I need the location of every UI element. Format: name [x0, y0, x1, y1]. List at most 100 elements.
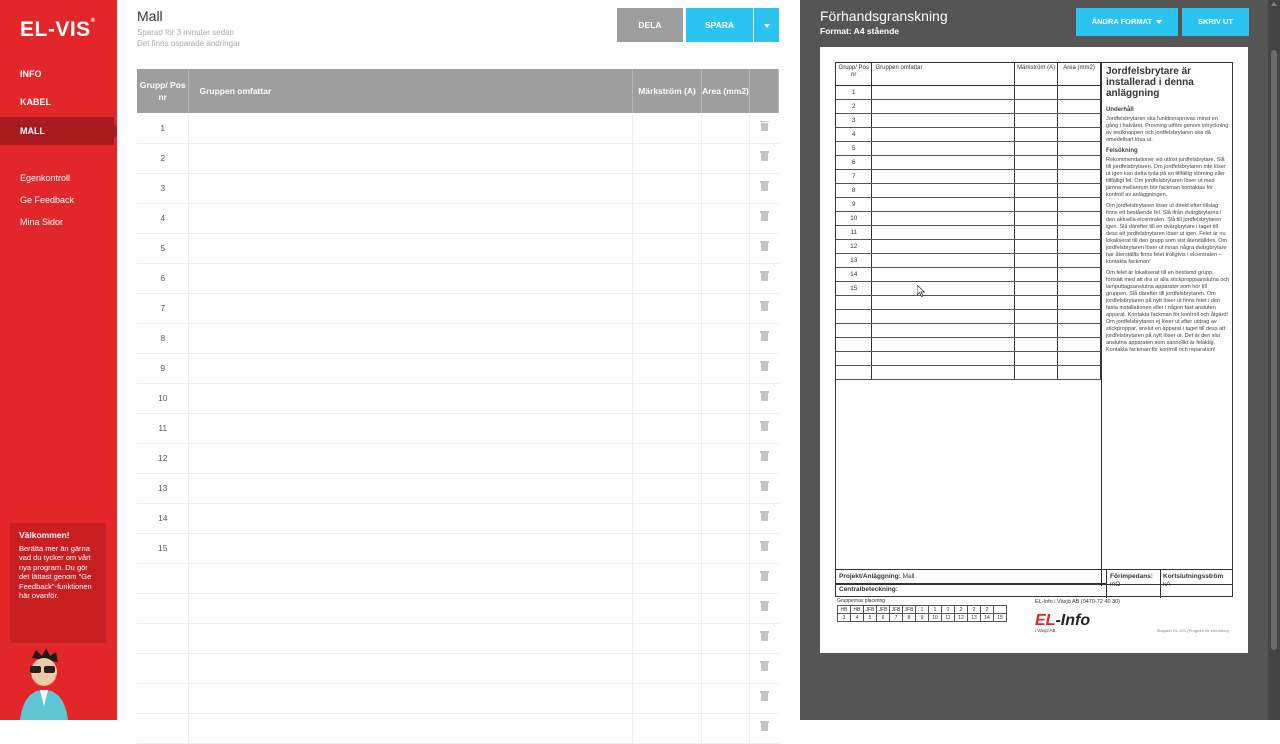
area-cell[interactable]	[701, 683, 750, 714]
delete-row-button[interactable]	[749, 203, 779, 234]
covers-cell[interactable]	[188, 293, 634, 324]
delete-row-button[interactable]	[749, 383, 779, 414]
covers-cell[interactable]	[188, 503, 634, 534]
delete-row-button[interactable]	[749, 713, 779, 744]
print-button[interactable]: SKRIV UT	[1182, 8, 1249, 36]
covers-cell[interactable]	[188, 143, 634, 174]
covers-cell[interactable]	[188, 533, 634, 564]
area-cell[interactable]	[701, 593, 750, 624]
rated-current-cell[interactable]	[632, 413, 703, 444]
covers-cell[interactable]	[188, 233, 634, 264]
group-number[interactable]: 14	[137, 503, 190, 534]
delete-row-button[interactable]	[749, 533, 779, 564]
save-button[interactable]: SPARA	[686, 8, 753, 42]
covers-cell[interactable]	[188, 203, 634, 234]
covers-cell[interactable]	[188, 623, 634, 654]
covers-cell[interactable]	[188, 413, 634, 444]
delete-row-button[interactable]	[749, 623, 779, 654]
subnav-mina-sidor[interactable]: Mina Sidor	[20, 217, 63, 227]
delete-row-button[interactable]	[749, 143, 779, 174]
share-button[interactable]: DELA	[617, 8, 683, 42]
group-number[interactable]	[137, 653, 190, 684]
rated-current-cell[interactable]	[632, 683, 703, 714]
group-number[interactable]: 3	[137, 173, 190, 204]
covers-cell[interactable]	[188, 113, 634, 144]
covers-cell[interactable]	[188, 383, 634, 414]
rated-current-cell[interactable]	[632, 293, 703, 324]
group-number[interactable]: 6	[137, 263, 190, 294]
area-cell[interactable]	[701, 263, 750, 294]
subnav-egenkontroll[interactable]: Egenkontroll	[20, 173, 70, 183]
nav-item-mall[interactable]: MALL	[0, 117, 122, 145]
rated-current-cell[interactable]	[632, 653, 703, 684]
area-cell[interactable]	[701, 413, 750, 444]
el-vis-logo[interactable]: EL-VIS®	[20, 18, 96, 42]
rated-current-cell[interactable]	[632, 533, 703, 564]
area-cell[interactable]	[701, 443, 750, 474]
rated-current-cell[interactable]	[632, 473, 703, 504]
rated-current-cell[interactable]	[632, 233, 703, 264]
area-cell[interactable]	[701, 653, 750, 684]
group-number[interactable]: 4	[137, 203, 190, 234]
area-cell[interactable]	[701, 533, 750, 564]
covers-cell[interactable]	[188, 713, 634, 744]
covers-cell[interactable]	[188, 443, 634, 474]
area-cell[interactable]	[701, 203, 750, 234]
area-cell[interactable]	[701, 173, 750, 204]
group-number[interactable]: 11	[137, 413, 190, 444]
rated-current-cell[interactable]	[632, 113, 703, 144]
area-cell[interactable]	[701, 713, 750, 744]
delete-row-button[interactable]	[749, 473, 779, 504]
delete-row-button[interactable]	[749, 233, 779, 264]
covers-cell[interactable]	[188, 473, 634, 504]
area-cell[interactable]	[701, 623, 750, 654]
covers-cell[interactable]	[188, 563, 634, 594]
scroll-up-icon[interactable]	[1271, 2, 1277, 6]
group-number[interactable]	[137, 563, 190, 594]
delete-row-button[interactable]	[749, 293, 779, 324]
rated-current-cell[interactable]	[632, 713, 703, 744]
rated-current-cell[interactable]	[632, 593, 703, 624]
group-number[interactable]: 7	[137, 293, 190, 324]
group-number[interactable]	[137, 713, 190, 744]
rated-current-cell[interactable]	[632, 563, 703, 594]
delete-row-button[interactable]	[749, 353, 779, 384]
area-cell[interactable]	[701, 473, 750, 504]
scroll-thumb[interactable]	[1271, 50, 1277, 650]
group-number[interactable]	[137, 593, 190, 624]
delete-row-button[interactable]	[749, 323, 779, 354]
area-cell[interactable]	[701, 503, 750, 534]
area-cell[interactable]	[701, 563, 750, 594]
covers-cell[interactable]	[188, 653, 634, 684]
rated-current-cell[interactable]	[632, 353, 703, 384]
group-number[interactable]: 8	[137, 323, 190, 354]
preview-scrollbar[interactable]	[1268, 0, 1280, 720]
rated-current-cell[interactable]	[632, 143, 703, 174]
delete-row-button[interactable]	[749, 113, 779, 144]
delete-row-button[interactable]	[749, 683, 779, 714]
covers-cell[interactable]	[188, 323, 634, 354]
covers-cell[interactable]	[188, 353, 634, 384]
area-cell[interactable]	[701, 323, 750, 354]
area-cell[interactable]	[701, 293, 750, 324]
group-number[interactable]: 15	[137, 533, 190, 564]
delete-row-button[interactable]	[749, 593, 779, 624]
rated-current-cell[interactable]	[632, 503, 703, 534]
group-number[interactable]	[137, 683, 190, 714]
group-number[interactable]: 2	[137, 143, 190, 174]
rated-current-cell[interactable]	[632, 173, 703, 204]
rated-current-cell[interactable]	[632, 263, 703, 294]
area-cell[interactable]	[701, 383, 750, 414]
rated-current-cell[interactable]	[632, 443, 703, 474]
change-format-button[interactable]: ÄNDRA FORMAT	[1076, 8, 1178, 36]
rated-current-cell[interactable]	[632, 323, 703, 354]
delete-row-button[interactable]	[749, 653, 779, 684]
subnav-ge-feedback[interactable]: Ge Feedback	[20, 195, 74, 205]
area-cell[interactable]	[701, 143, 750, 174]
delete-row-button[interactable]	[749, 563, 779, 594]
rated-current-cell[interactable]	[632, 383, 703, 414]
nav-item-kabel[interactable]: KABEL	[0, 88, 117, 116]
group-number[interactable]: 12	[137, 443, 190, 474]
group-number[interactable]: 5	[137, 233, 190, 264]
group-number[interactable]: 1	[137, 113, 190, 144]
